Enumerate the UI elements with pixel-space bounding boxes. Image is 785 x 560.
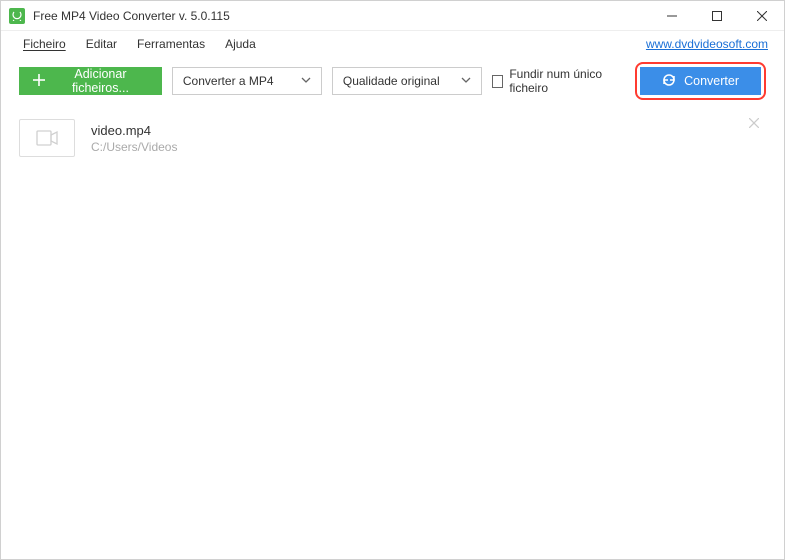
app-icon [9, 8, 25, 24]
merge-label: Fundir num único ficheiro [509, 67, 625, 95]
remove-file-button[interactable] [746, 115, 762, 131]
convert-button[interactable]: Converter [640, 67, 761, 95]
app-title: Free MP4 Video Converter v. 5.0.115 [33, 9, 649, 23]
chevron-down-icon [461, 74, 471, 88]
merge-checkbox[interactable] [492, 75, 503, 88]
convert-label: Converter [684, 74, 739, 88]
chevron-down-icon [301, 74, 311, 88]
minimize-button[interactable] [649, 1, 694, 30]
file-row[interactable]: video.mp4 C:/Users/Videos [19, 111, 766, 165]
menu-ficheiro[interactable]: Ficheiro [13, 33, 76, 55]
file-list: video.mp4 C:/Users/Videos [1, 105, 784, 171]
video-thumbnail [19, 119, 75, 157]
format-selected: Converter a MP4 [183, 74, 301, 88]
window-controls [649, 1, 784, 30]
add-files-label: Adicionar ficheiros... [53, 67, 148, 95]
menu-ajuda[interactable]: Ajuda [215, 33, 266, 55]
quality-selected: Qualidade original [343, 74, 461, 88]
file-path: C:/Users/Videos [91, 140, 177, 154]
convert-highlight: Converter [635, 62, 766, 100]
file-info: video.mp4 C:/Users/Videos [91, 123, 177, 154]
toolbar: Adicionar ficheiros... Converter a MP4 Q… [1, 57, 784, 105]
menu-ferramentas[interactable]: Ferramentas [127, 33, 215, 55]
quality-dropdown[interactable]: Qualidade original [332, 67, 482, 95]
menu-editar[interactable]: Editar [76, 33, 127, 55]
website-link[interactable]: www.dvdvideosoft.com [646, 37, 772, 51]
close-button[interactable] [739, 1, 784, 30]
plus-icon [33, 74, 45, 89]
file-name: video.mp4 [91, 123, 177, 138]
add-files-button[interactable]: Adicionar ficheiros... [19, 67, 162, 95]
maximize-button[interactable] [694, 1, 739, 30]
titlebar: Free MP4 Video Converter v. 5.0.115 [1, 1, 784, 31]
format-dropdown[interactable]: Converter a MP4 [172, 67, 322, 95]
refresh-icon [662, 73, 676, 90]
merge-checkbox-group: Fundir num único ficheiro [492, 67, 625, 95]
menubar: Ficheiro Editar Ferramentas Ajuda www.dv… [1, 31, 784, 57]
